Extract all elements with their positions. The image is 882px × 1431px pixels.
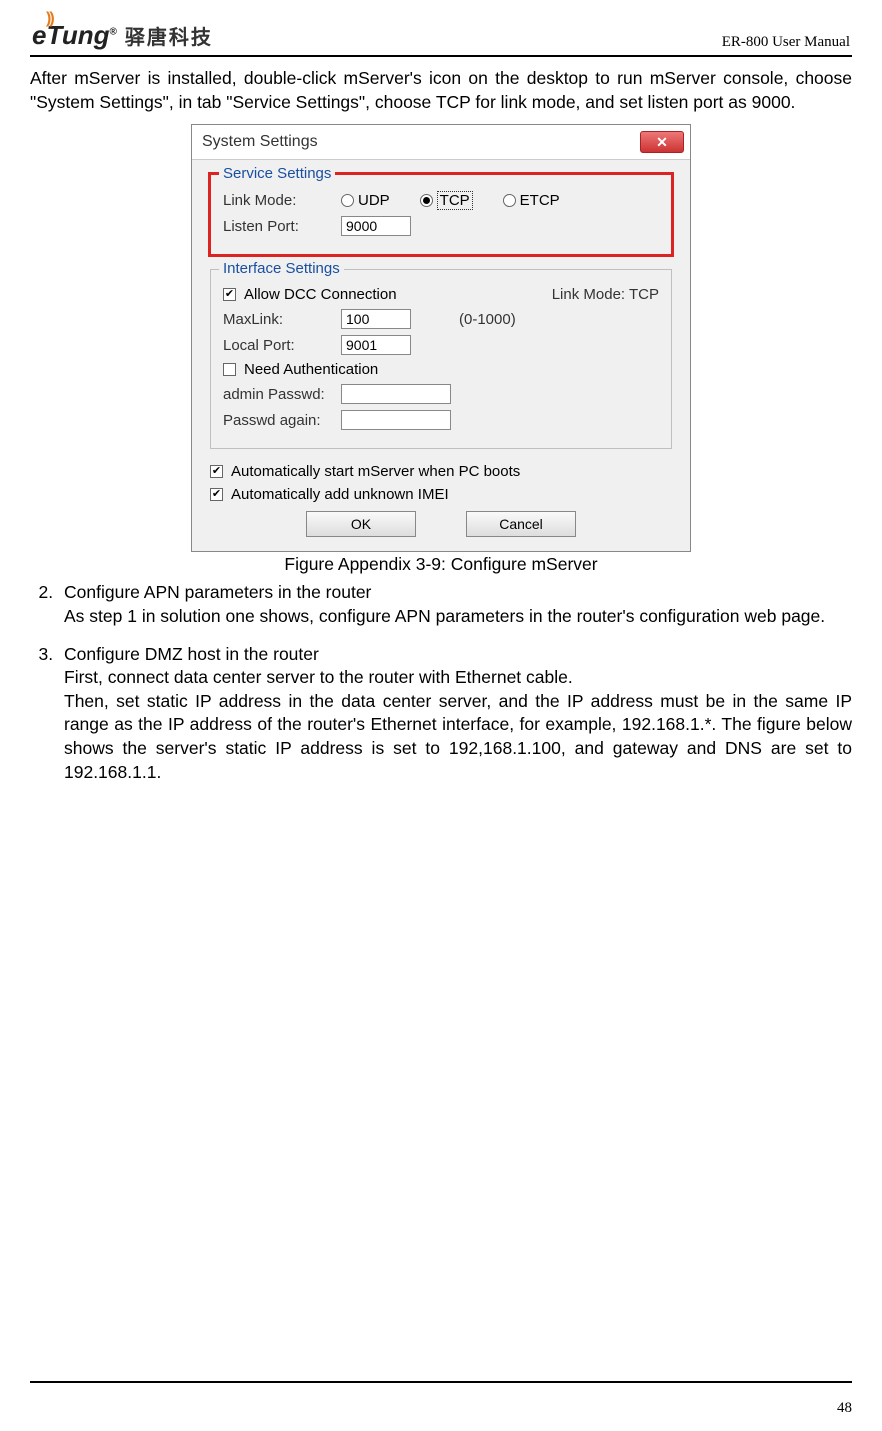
need-auth-label: Need Authentication (244, 361, 378, 378)
maxlink-input[interactable]: 100 (341, 309, 411, 329)
maxlink-label: MaxLink: (223, 311, 333, 328)
ok-button[interactable]: OK (306, 511, 416, 537)
step-2-body: As step 1 in solution one shows, configu… (64, 605, 852, 629)
admin-pw-label: admin Passwd: (223, 386, 333, 403)
manual-title: ER-800 User Manual (722, 34, 850, 51)
admin-pw-row: admin Passwd: (223, 384, 659, 404)
page-number: 48 (837, 1400, 852, 1417)
pw-again-input[interactable] (341, 410, 451, 430)
logo-wave-icon: )) (46, 10, 53, 28)
radio-tcp[interactable]: TCP (420, 191, 473, 210)
need-auth-row: Need Authentication (223, 361, 659, 378)
interface-settings-legend: Interface Settings (219, 260, 344, 277)
radio-tcp-label: TCP (437, 191, 473, 210)
logo-block: )) eTung® 驿唐科技 (32, 20, 213, 51)
header-divider (30, 55, 852, 57)
link-mode-tcp-label: Link Mode: TCP (552, 286, 659, 303)
step-3-title: Configure DMZ host in the router (64, 643, 852, 667)
interface-settings-fieldset: Interface Settings Allow DCC Connection … (210, 269, 672, 449)
cancel-button[interactable]: Cancel (466, 511, 576, 537)
listen-port-label: Listen Port: (223, 218, 333, 235)
dialog-titlebar: System Settings ✕ (192, 125, 690, 160)
local-port-row: Local Port: 9001 (223, 335, 659, 355)
page-header: )) eTung® 驿唐科技 ER-800 User Manual (30, 20, 852, 51)
autoadd-checkbox[interactable] (210, 488, 223, 501)
close-button[interactable]: ✕ (640, 131, 684, 153)
link-mode-label: Link Mode: (223, 192, 333, 209)
need-auth-checkbox[interactable] (223, 363, 236, 376)
autostart-label: Automatically start mServer when PC boot… (231, 463, 520, 480)
step-3: Configure DMZ host in the router First, … (58, 643, 852, 785)
figure-caption: Figure Appendix 3-9: Configure mServer (284, 554, 597, 575)
logo-reg: ® (110, 26, 117, 37)
figure-wrap: System Settings ✕ Service Settings Link … (30, 124, 852, 575)
dialog-body: Service Settings Link Mode: UDP TCP (192, 160, 690, 551)
autostart-row: Automatically start mServer when PC boot… (210, 463, 672, 480)
local-port-label: Local Port: (223, 337, 333, 354)
link-mode-radio-group: UDP TCP ETCP (341, 191, 560, 210)
pw-again-label: Passwd again: (223, 412, 333, 429)
system-settings-dialog: System Settings ✕ Service Settings Link … (191, 124, 691, 552)
listen-port-row: Listen Port: 9000 (223, 216, 659, 236)
logo-text: eTung (32, 20, 110, 50)
autostart-checkbox[interactable] (210, 465, 223, 478)
allow-dcc-row: Allow DCC Connection Link Mode: TCP (223, 286, 659, 303)
radio-udp-icon (341, 194, 354, 207)
radio-etcp[interactable]: ETCP (503, 192, 560, 209)
dialog-button-row: OK Cancel (210, 511, 672, 537)
autoadd-label: Automatically add unknown IMEI (231, 486, 449, 503)
autoadd-row: Automatically add unknown IMEI (210, 486, 672, 503)
radio-tcp-icon (420, 194, 433, 207)
service-settings-legend: Service Settings (219, 165, 335, 182)
allow-dcc-checkbox[interactable] (223, 288, 236, 301)
radio-udp-label: UDP (358, 192, 390, 209)
steps-list: Configure APN parameters in the router A… (30, 581, 852, 784)
radio-udp[interactable]: UDP (341, 192, 390, 209)
maxlink-row: MaxLink: 100 (0-1000) (223, 309, 659, 329)
step-3-body-1: First, connect data center server to the… (64, 666, 852, 690)
local-port-input[interactable]: 9001 (341, 335, 411, 355)
footer-divider (30, 1381, 852, 1383)
link-mode-row: Link Mode: UDP TCP (223, 191, 659, 210)
listen-port-input[interactable]: 9000 (341, 216, 411, 236)
allow-dcc-label: Allow DCC Connection (244, 286, 397, 303)
dialog-title: System Settings (202, 133, 318, 151)
service-settings-fieldset: Service Settings Link Mode: UDP TCP (210, 174, 672, 255)
radio-etcp-label: ETCP (520, 192, 560, 209)
maxlink-hint: (0-1000) (459, 311, 516, 328)
etung-logo: )) eTung® (32, 20, 117, 51)
step-2-title: Configure APN parameters in the router (64, 581, 852, 605)
intro-paragraph: After mServer is installed, double-click… (30, 67, 852, 114)
step-3-body-2: Then, set static IP address in the data … (64, 690, 852, 785)
pw-again-row: Passwd again: (223, 410, 659, 430)
step-2: Configure APN parameters in the router A… (58, 581, 852, 628)
close-icon: ✕ (656, 134, 668, 151)
logo-cn-text: 驿唐科技 (125, 21, 213, 50)
admin-pw-input[interactable] (341, 384, 451, 404)
radio-etcp-icon (503, 194, 516, 207)
